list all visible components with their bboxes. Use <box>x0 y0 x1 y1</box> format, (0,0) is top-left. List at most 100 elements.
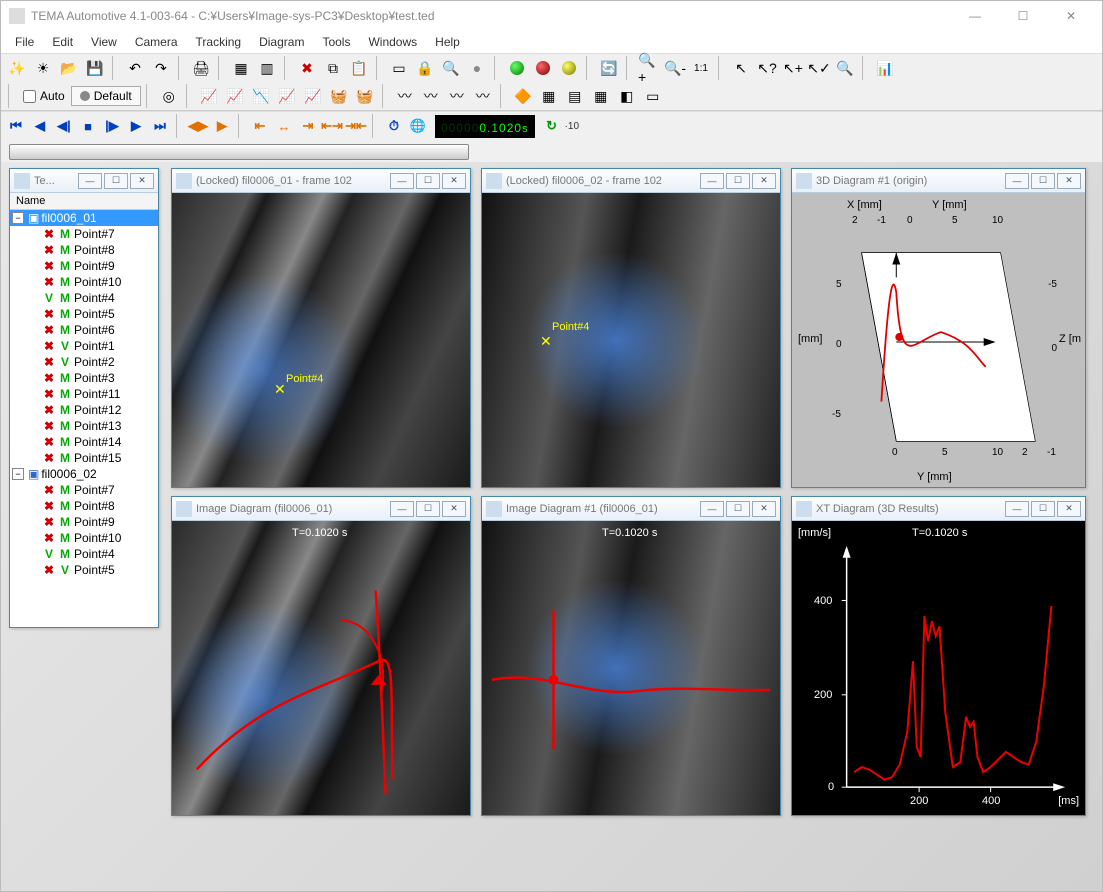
camera1-body[interactable]: ✕ Point#4 <box>172 193 470 487</box>
mark-d-icon[interactable]: ⇤⇥ <box>321 115 343 137</box>
auto-check-input[interactable] <box>23 90 36 103</box>
menu-tracking[interactable]: Tracking <box>188 33 250 51</box>
tool-d-icon[interactable]: ▦ <box>589 84 613 108</box>
tree-item[interactable]: ✖M Point#3 <box>10 370 158 386</box>
tree-item[interactable]: ✖V Point#1 <box>10 338 158 354</box>
tool-e-icon[interactable]: ◧ <box>615 84 639 108</box>
chart-a-icon[interactable]: 📈 <box>197 84 221 108</box>
delete-icon[interactable]: ✖ <box>295 56 319 80</box>
tree-item[interactable]: VM Point#4 <box>10 290 158 306</box>
tree-item[interactable]: ✖M Point#7 <box>10 482 158 498</box>
tool-c-icon[interactable]: ▤ <box>563 84 587 108</box>
d3-close-button[interactable]: ✕ <box>1057 173 1081 189</box>
chart-icon[interactable]: 📊 <box>873 56 897 80</box>
tree-view[interactable]: −▣ fil0006_01✖M Point#7✖M Point#8✖M Poin… <box>10 210 158 627</box>
camera1-titlebar[interactable]: (Locked) fil0006_01 - frame 102 —☐✕ <box>172 169 470 193</box>
wave-c-icon[interactable]: 〰 <box>445 84 469 108</box>
menu-help[interactable]: Help <box>427 33 468 51</box>
range-b-icon[interactable]: ▶ <box>211 115 233 137</box>
xt-body[interactable]: [mm/s] T=0.1020 s 400 200 0 200 400 [ms] <box>792 521 1085 815</box>
zoom-11-icon[interactable]: 1:1 <box>689 56 713 80</box>
tree-max-button[interactable]: ☐ <box>104 173 128 189</box>
zoom-out-icon[interactable]: 🔍- <box>663 56 687 80</box>
camera2-titlebar[interactable]: (Locked) fil0006_02 - frame 102 —☐✕ <box>482 169 780 193</box>
chart-f-icon[interactable]: 🧺 <box>327 84 351 108</box>
d3-min-button[interactable]: — <box>1005 173 1029 189</box>
mark-a-icon[interactable]: ⇤ <box>249 115 271 137</box>
stop-icon[interactable]: ■ <box>77 115 99 137</box>
tree-item[interactable]: ✖M Point#13 <box>10 418 158 434</box>
search-icon[interactable]: 🔍 <box>833 56 857 80</box>
tree-item[interactable]: ✖V Point#5 <box>10 562 158 578</box>
tree-item[interactable]: ✖M Point#15 <box>10 450 158 466</box>
chart-b-icon[interactable]: 📈 <box>223 84 247 108</box>
xt-close-button[interactable]: ✕ <box>1057 501 1081 517</box>
tree-item[interactable]: ✖M Point#8 <box>10 498 158 514</box>
step-back-icon[interactable]: ◀ <box>29 115 51 137</box>
diag3d-titlebar[interactable]: 3D Diagram #1 (origin) —☐✕ <box>792 169 1085 193</box>
tree-item[interactable]: ✖M Point#8 <box>10 242 158 258</box>
wave-d-icon[interactable]: 〰 <box>471 84 495 108</box>
id2-close-button[interactable]: ✕ <box>752 501 776 517</box>
imgdiag1-body[interactable]: T=0.1020 s <box>172 521 470 815</box>
globe-icon[interactable]: 🌐 <box>407 115 429 137</box>
layout-icon[interactable]: ▭ <box>387 56 411 80</box>
sun-icon[interactable]: ☀ <box>31 56 55 80</box>
menu-file[interactable]: File <box>7 33 42 51</box>
pointer3-icon[interactable]: ↖+ <box>781 56 805 80</box>
tree-item[interactable]: ✖V Point#2 <box>10 354 158 370</box>
tree-close-button[interactable]: ✕ <box>130 173 154 189</box>
range-a-icon[interactable]: ◀▶ <box>187 115 209 137</box>
tree-root[interactable]: −▣ fil0006_02 <box>10 466 158 482</box>
tree-item[interactable]: ✖M Point#10 <box>10 530 158 546</box>
chart-d-icon[interactable]: 📈 <box>275 84 299 108</box>
save-icon[interactable]: 💾 <box>83 56 107 80</box>
tree-item[interactable]: ✖M Point#12 <box>10 402 158 418</box>
xt-titlebar[interactable]: XT Diagram (3D Results) —☐✕ <box>792 497 1085 521</box>
tree-header[interactable]: Name <box>10 193 158 210</box>
mark-c-icon[interactable]: ⇥ <box>297 115 319 137</box>
cam2-max-button[interactable]: ☐ <box>726 173 750 189</box>
tree-item[interactable]: ✖M Point#7 <box>10 226 158 242</box>
grid-icon[interactable]: ▦ <box>229 56 253 80</box>
cam1-close-button[interactable]: ✕ <box>442 173 466 189</box>
redo-icon[interactable]: ↷ <box>149 56 173 80</box>
expand-toggle-icon[interactable]: − <box>12 468 24 480</box>
id1-min-button[interactable]: — <box>390 501 414 517</box>
tree-min-button[interactable]: — <box>78 173 102 189</box>
pointer2-icon[interactable]: ↖? <box>755 56 779 80</box>
off-led-icon[interactable] <box>531 56 555 80</box>
chart-e-icon[interactable]: 📈 <box>301 84 325 108</box>
zoom-in-icon[interactable]: 🔍+ <box>637 56 661 80</box>
tool-b-icon[interactable]: ▦ <box>537 84 561 108</box>
xt-min-button[interactable]: — <box>1005 501 1029 517</box>
close-button[interactable]: ✕ <box>1048 2 1094 30</box>
tree-item[interactable]: ✖M Point#11 <box>10 386 158 402</box>
pointer4-icon[interactable]: ↖✓ <box>807 56 831 80</box>
menu-tools[interactable]: Tools <box>314 33 358 51</box>
tool-f-icon[interactable]: ▭ <box>641 84 665 108</box>
pointer-icon[interactable]: ↖ <box>729 56 753 80</box>
id1-max-button[interactable]: ☐ <box>416 501 440 517</box>
open-icon[interactable]: 📂 <box>57 56 81 80</box>
new-icon[interactable]: ✨ <box>5 56 29 80</box>
tree-item[interactable]: ✖M Point#14 <box>10 434 158 450</box>
tool-a-icon[interactable]: 🔶 <box>511 84 535 108</box>
target-icon[interactable]: ◎ <box>157 84 181 108</box>
cycle-icon[interactable]: ↻ <box>541 115 563 137</box>
time-slider[interactable] <box>9 144 469 160</box>
wave-a-icon[interactable]: 〰 <box>393 84 417 108</box>
circle-icon[interactable]: ● <box>465 56 489 80</box>
cam2-close-button[interactable]: ✕ <box>752 173 776 189</box>
menu-view[interactable]: View <box>83 33 125 51</box>
copy-icon[interactable]: ⧉ <box>321 56 345 80</box>
tree-item[interactable]: ✖M Point#5 <box>10 306 158 322</box>
tree-panel-titlebar[interactable]: Te... — ☐ ✕ <box>10 169 158 193</box>
tree-item[interactable]: VM Point#4 <box>10 546 158 562</box>
default-button[interactable]: Default <box>71 86 141 106</box>
tree-item[interactable]: ✖M Point#9 <box>10 258 158 274</box>
maximize-button[interactable]: ☐ <box>1000 2 1046 30</box>
menu-camera[interactable]: Camera <box>127 33 186 51</box>
cam1-min-button[interactable]: — <box>390 173 414 189</box>
fast-fwd-icon[interactable]: ⏭ <box>149 115 171 137</box>
